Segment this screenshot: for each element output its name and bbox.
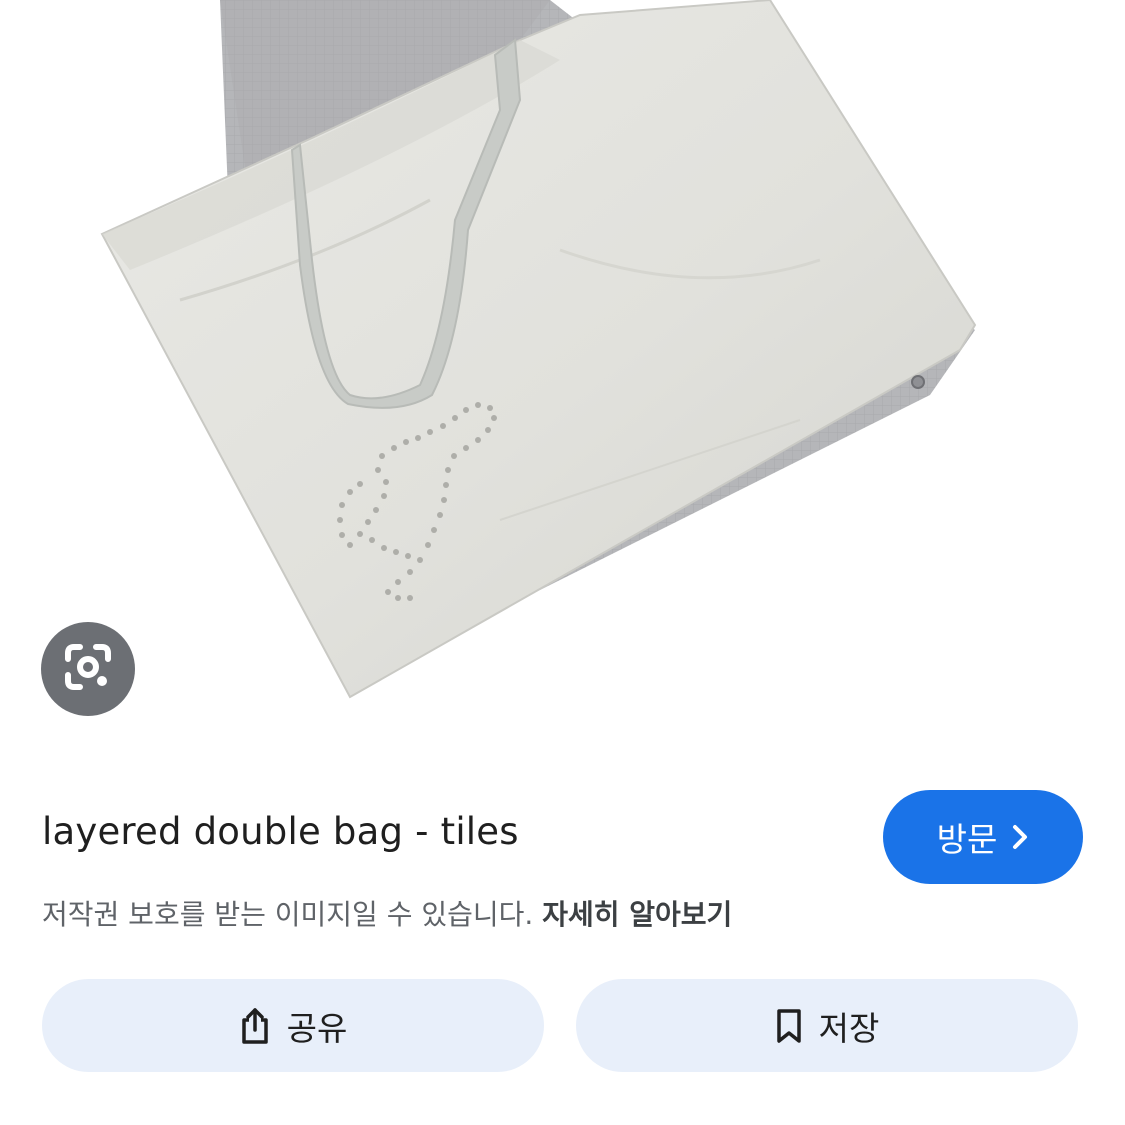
visit-label: 방문 <box>936 820 998 859</box>
share-icon <box>239 1006 271 1046</box>
chevron-right-icon <box>1011 824 1029 850</box>
lens-search-button[interactable] <box>41 622 135 716</box>
visit-button[interactable]: 방문 <box>883 790 1083 884</box>
learn-more-link[interactable]: 자세히 알아보기 <box>542 898 732 931</box>
share-button[interactable]: 공유 <box>42 979 544 1072</box>
bookmark-icon <box>775 1007 803 1045</box>
save-label: 저장 <box>818 1008 880 1048</box>
save-button[interactable]: 저장 <box>576 979 1078 1072</box>
google-lens-icon <box>62 641 114 697</box>
copyright-notice: 저작권 보호를 받는 이미지일 수 있습니다. 자세히 알아보기 <box>42 893 732 933</box>
result-title[interactable]: layered double bag - tiles <box>42 810 519 853</box>
notice-text: 저작권 보호를 받는 이미지일 수 있습니다. <box>42 898 534 931</box>
image-result-page: layered double bag - tiles 방문 저작권 보호를 받는… <box>0 0 1125 1125</box>
share-label: 공유 <box>286 1008 348 1048</box>
product-image[interactable] <box>0 0 1125 760</box>
